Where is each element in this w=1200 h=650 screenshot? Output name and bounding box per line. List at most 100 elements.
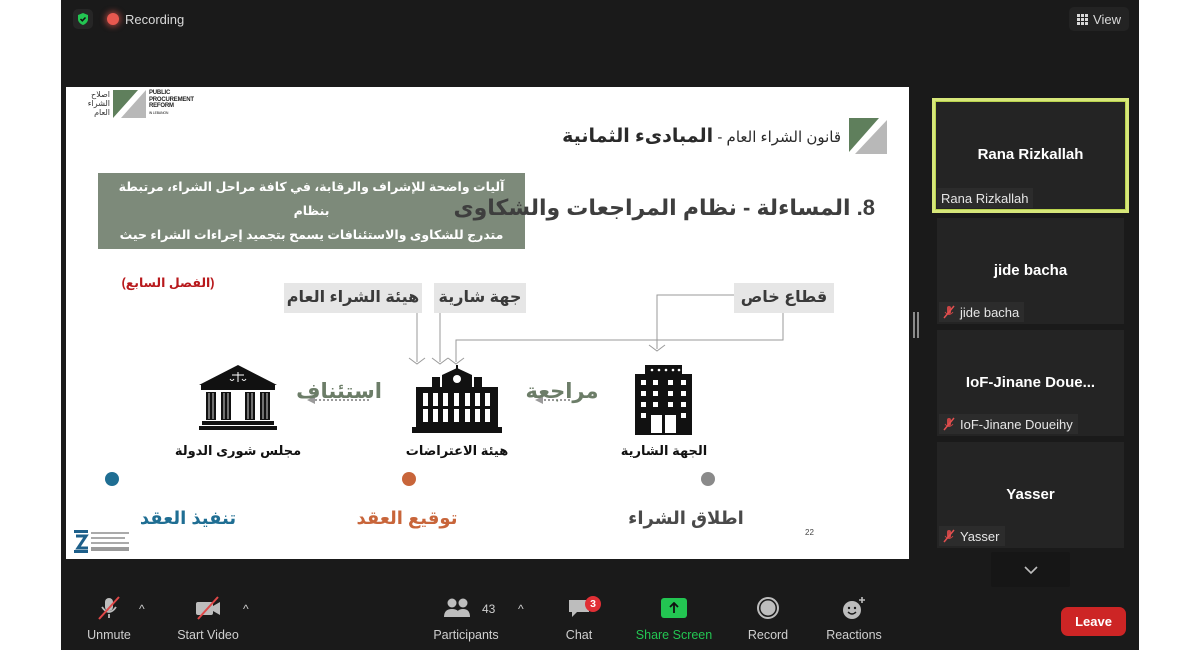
record-icon-wrap — [756, 590, 780, 626]
ppr-logo-arabic: اصلاح الشراء العام — [70, 90, 110, 117]
participant-tile[interactable]: jide bacha jide bacha — [937, 218, 1124, 324]
microphone-muted-icon — [98, 596, 120, 620]
ppr-logo-ar-line: اصلاح — [91, 90, 110, 99]
unmute-label: Unmute — [87, 628, 131, 642]
court-building-icon — [199, 365, 277, 430]
start-video-button[interactable]: Start Video — [174, 590, 242, 650]
review-label: مراجعة — [525, 380, 599, 403]
top-bar: Recording View — [61, 0, 1139, 40]
appeal-label: استئناف — [296, 380, 382, 403]
mic-muted-icon — [943, 305, 955, 319]
connector-line — [656, 294, 734, 349]
participants-options-caret-icon[interactable]: ^ — [518, 602, 524, 616]
ppr-logo-en-sub: IN LEBANON — [149, 110, 169, 115]
record-label: Record — [747, 628, 789, 642]
chat-label: Chat — [565, 628, 593, 642]
objections-authority-label: هيئة الاعتراضات — [405, 443, 509, 458]
recording-indicator[interactable]: Recording — [107, 9, 184, 29]
participant-display-name: Yasser — [1006, 486, 1055, 503]
share-screen-icon — [661, 598, 687, 618]
record-button[interactable]: Record — [746, 590, 790, 650]
arrowhead-icon — [648, 344, 666, 352]
participant-display-name: Rana Rizkallah — [977, 146, 1084, 163]
grid-view-icon — [1077, 13, 1089, 25]
participants-label: Participants — [433, 628, 499, 642]
timeline-dot-procurement-launch — [701, 472, 715, 486]
arrowhead-icon — [431, 357, 449, 365]
participant-tile-active-speaker[interactable]: Rana Rizkallah Rana Rizkallah — [932, 98, 1129, 213]
label-procuring-entity: جهة شارية — [434, 283, 526, 313]
arrowhead-icon — [408, 357, 426, 365]
phase-procurement-launch: اطلاق الشراء — [628, 508, 744, 528]
ppr-logo-ar-line: العام — [94, 108, 110, 117]
label-private-sector: قطاع خاص — [734, 283, 834, 313]
info-box-line: متدرج للشكاوى والاستئنافات يسمح بتجميد إ… — [119, 228, 504, 266]
objections-authority-building-icon — [412, 365, 502, 433]
slide-title-mark-icon — [849, 118, 887, 154]
panel-resize-handle[interactable] — [913, 312, 919, 338]
label-public-procurement-authority: هيئة الشراء العام — [284, 283, 422, 313]
record-icon — [757, 597, 779, 619]
slide-title-main: المبادىء الثمانية — [562, 125, 714, 147]
meeting-toolbar: Unmute ^ Start Video ^ 43 Participants ^… — [61, 590, 1139, 650]
smiley-add-icon — [843, 597, 865, 619]
connector-arrows — [105, 294, 784, 486]
timeline — [105, 472, 715, 486]
video-options-caret-icon[interactable]: ^ — [243, 602, 249, 616]
gallery-next-page-button[interactable] — [991, 552, 1070, 587]
mic-muted-icon — [943, 417, 955, 431]
participant-name-tag: IoF-Jinane Doueihy — [939, 414, 1078, 434]
participant-name-tag: Yasser — [939, 526, 1005, 546]
slide-title-row: قانون الشراء العام - المبادىء الثمانية — [562, 118, 887, 154]
security-shield-icon[interactable] — [73, 9, 93, 29]
reactions-button[interactable]: Reactions — [825, 590, 883, 650]
zoom-meeting-window: Recording View اصلاح الشراء العام PUBLIC… — [61, 0, 1139, 650]
reactions-label: Reactions — [826, 628, 882, 642]
recording-label: Recording — [125, 11, 185, 27]
ppr-logo-mark-icon — [113, 90, 146, 118]
view-button[interactable]: View — [1069, 7, 1129, 31]
participant-tag-text: Rana Rizkallah — [941, 190, 1029, 206]
slide-page-number: 22 — [805, 528, 814, 537]
participant-tag-text: IoF-Jinane Doueihy — [960, 416, 1073, 432]
chat-button[interactable]: 3 Chat — [559, 590, 601, 650]
participants-count: 43 — [482, 602, 496, 616]
procuring-entity-label: الجهة الشارية — [620, 443, 708, 458]
timeline-dot-contract-signing — [402, 472, 416, 486]
share-screen-button[interactable]: Share Screen — [635, 590, 713, 650]
unmute-icon-wrap — [96, 590, 122, 626]
ppr-logo-ar-line: الشراء — [87, 99, 110, 108]
audio-options-caret-icon[interactable]: ^ — [139, 602, 145, 616]
participant-name-tag: Rana Rizkallah — [937, 188, 1034, 208]
participant-tile[interactable]: Yasser Yasser — [937, 442, 1124, 548]
mic-muted-icon — [943, 529, 955, 543]
slide-title-prefix: قانون الشراء العام - — [713, 128, 841, 146]
ppr-logo-english: PUBLIC PROCUREMENT REFORM IN LEBANON — [149, 90, 194, 116]
phase-contract-signing: توقيع العقد — [356, 508, 458, 528]
video-icon-wrap — [194, 590, 222, 626]
share-screen-label: Share Screen — [635, 628, 713, 642]
chat-icon-wrap: 3 — [567, 590, 601, 626]
leave-meeting-button[interactable]: Leave — [1061, 607, 1126, 636]
chat-unread-badge: 3 — [585, 596, 601, 612]
participant-name-tag: jide bacha — [939, 302, 1025, 322]
shared-slide: اصلاح الشراء العام PUBLIC PROCUREMENT RE… — [66, 87, 909, 559]
participant-tag-text: Yasser — [960, 528, 1000, 544]
phase-contract-execution: تنفيذ العقد — [139, 508, 237, 528]
participant-tile[interactable]: IoF-Jinane Doue... IoF-Jinane Doueihy — [937, 330, 1124, 436]
participant-tag-text: jide bacha — [960, 304, 1020, 320]
ppr-logo: اصلاح الشراء العام PUBLIC PROCUREMENT RE… — [70, 90, 194, 118]
unmute-button[interactable]: Unmute — [83, 590, 135, 650]
procuring-entity-building-icon — [635, 365, 692, 435]
section-heading: 8. المساءلة - نظام المراجعات والشكاوى — [453, 195, 875, 220]
institute-footer-logo-icon — [74, 530, 129, 553]
share-icon-wrap — [661, 590, 687, 626]
participant-display-name: jide bacha — [993, 262, 1068, 279]
participants-button[interactable]: 43 Participants — [431, 590, 501, 650]
video-camera-off-icon — [196, 596, 220, 620]
slide-title: قانون الشراء العام - المبادىء الثمانية — [562, 125, 841, 148]
start-video-label: Start Video — [177, 628, 239, 642]
chevron-down-icon — [1023, 565, 1038, 574]
state-council-label: مجلس شورى الدولة — [174, 443, 302, 458]
arrowhead-icon — [447, 357, 465, 365]
